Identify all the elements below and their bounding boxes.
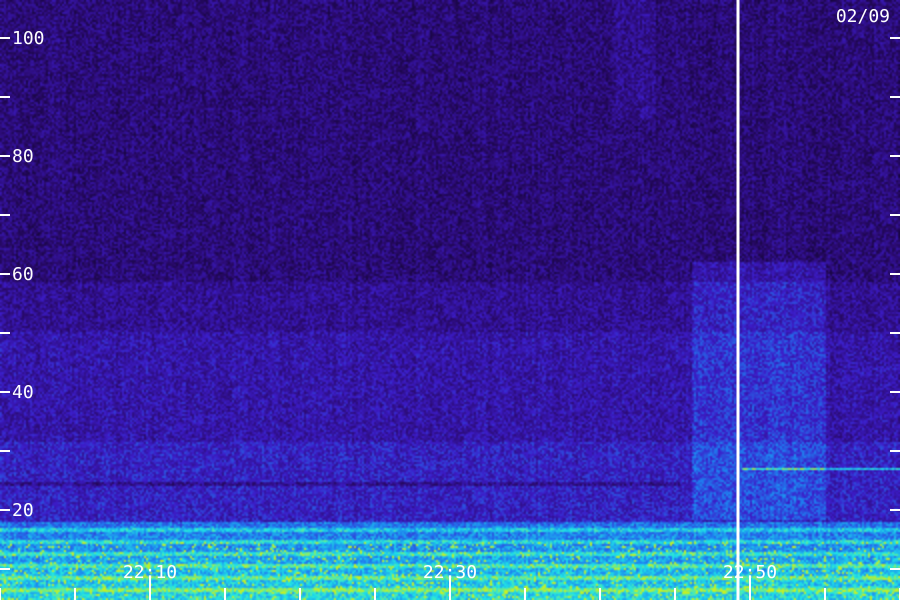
x-tick-label: 22:30 (423, 562, 477, 583)
x-tick-label: 22:10 (123, 562, 177, 583)
y-tick-label: 60 (12, 264, 34, 285)
y-tick-label: 40 (12, 382, 34, 403)
y-tick-label: 20 (12, 500, 34, 521)
x-tick-label: 22:50 (723, 562, 777, 583)
y-tick-label: 100 (12, 28, 45, 49)
y-tick-label: 80 (12, 146, 34, 167)
spectrogram-image (0, 0, 900, 600)
spectrogram-chart: 20 40 60 80 100 22:10 22:30 22:50 02/09 (0, 0, 900, 600)
date-label: 02/09 (836, 6, 890, 27)
